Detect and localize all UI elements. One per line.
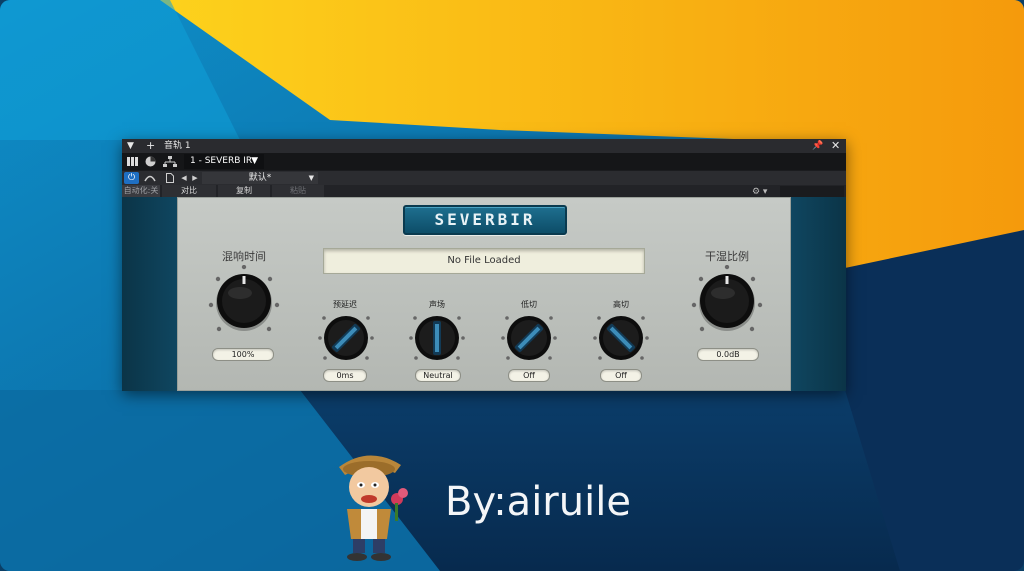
dry-wet-label: 干湿比例: [705, 250, 749, 263]
preset-bar: ⏻ ◀ ▶ 默认* ▼: [122, 171, 846, 185]
high-cut-knob[interactable]: [593, 310, 649, 366]
prev-preset-icon[interactable]: ◀: [179, 172, 189, 184]
bars-icon[interactable]: [125, 155, 139, 168]
paste-button[interactable]: 粘贴: [272, 185, 324, 197]
preset-name: 默认*: [248, 173, 272, 183]
stereo-label: 声场: [429, 300, 445, 309]
stereo-knob[interactable]: [409, 310, 465, 366]
preset-select[interactable]: 默认* ▼: [202, 172, 318, 184]
dry-wet-knob[interactable]: [690, 265, 764, 339]
add-icon[interactable]: +: [146, 139, 155, 153]
reverb-time-knob[interactable]: [207, 265, 281, 339]
predelay-value[interactable]: 0ms: [323, 369, 367, 382]
reverb-time-value[interactable]: 100%: [212, 348, 274, 361]
next-preset-icon[interactable]: ▶: [190, 172, 200, 184]
right-frame: [791, 197, 846, 391]
network-icon[interactable]: [162, 155, 178, 168]
low-cut-value[interactable]: Off: [508, 369, 550, 382]
dry-wet-value[interactable]: 0.0dB: [697, 348, 759, 361]
action-bar: 自动化:关 对比 复制 粘贴 ⚙ ▾: [122, 185, 846, 198]
mascot-image: [339, 455, 408, 561]
high-cut-value[interactable]: Off: [600, 369, 642, 382]
plugin-panel: SEVERBIR No File Loaded 混响时间 100% 干湿比例 0…: [177, 197, 791, 391]
file-icon[interactable]: [164, 172, 176, 184]
close-icon[interactable]: ✕: [831, 139, 840, 153]
plugin-ui: SEVERBIR No File Loaded 混响时间 100% 干湿比例 0…: [122, 197, 846, 391]
track-title: 音轨 1: [164, 141, 191, 151]
plugin-logo: SEVERBIR: [403, 205, 567, 235]
menu-dropdown-icon[interactable]: ▼: [127, 139, 134, 153]
reverb-time-label: 混响时间: [222, 250, 266, 263]
automation-button[interactable]: 自动化:关: [122, 185, 160, 197]
pin-icon[interactable]: 📌: [812, 139, 823, 153]
predelay-knob[interactable]: [318, 310, 374, 366]
author-caption: By:airuile: [445, 479, 631, 525]
chevron-down-icon: ▼: [251, 156, 258, 166]
left-frame: [122, 197, 177, 391]
power-button[interactable]: ⏻: [124, 172, 139, 184]
plugin-toolbar: 1 - SEVERB IR ▼: [122, 153, 846, 170]
low-cut-knob[interactable]: [501, 310, 557, 366]
plugin-slot-tab[interactable]: 1 - SEVERB IR ▼: [184, 154, 264, 169]
routing-icon[interactable]: [143, 155, 157, 168]
chevron-down-icon: ▼: [308, 174, 314, 182]
compare-button[interactable]: 对比: [162, 185, 216, 197]
plugin-window: ▼ + 音轨 1 📌 ✕ 1 - SEVERB IR ▼ ⏻ ◀ ▶ 默认* ▼…: [122, 139, 846, 391]
predelay-label: 预延迟: [333, 300, 357, 309]
stereo-value[interactable]: Neutral: [415, 369, 461, 382]
ir-file-display[interactable]: No File Loaded: [323, 248, 645, 274]
low-cut-label: 低切: [521, 300, 537, 309]
high-cut-label: 高切: [613, 300, 629, 309]
title-bar: ▼ + 音轨 1 📌 ✕: [122, 139, 846, 153]
plugin-slot-label: 1 - SEVERB IR: [190, 156, 253, 166]
copy-button[interactable]: 复制: [218, 185, 270, 197]
bypass-curve-icon[interactable]: [142, 172, 158, 184]
